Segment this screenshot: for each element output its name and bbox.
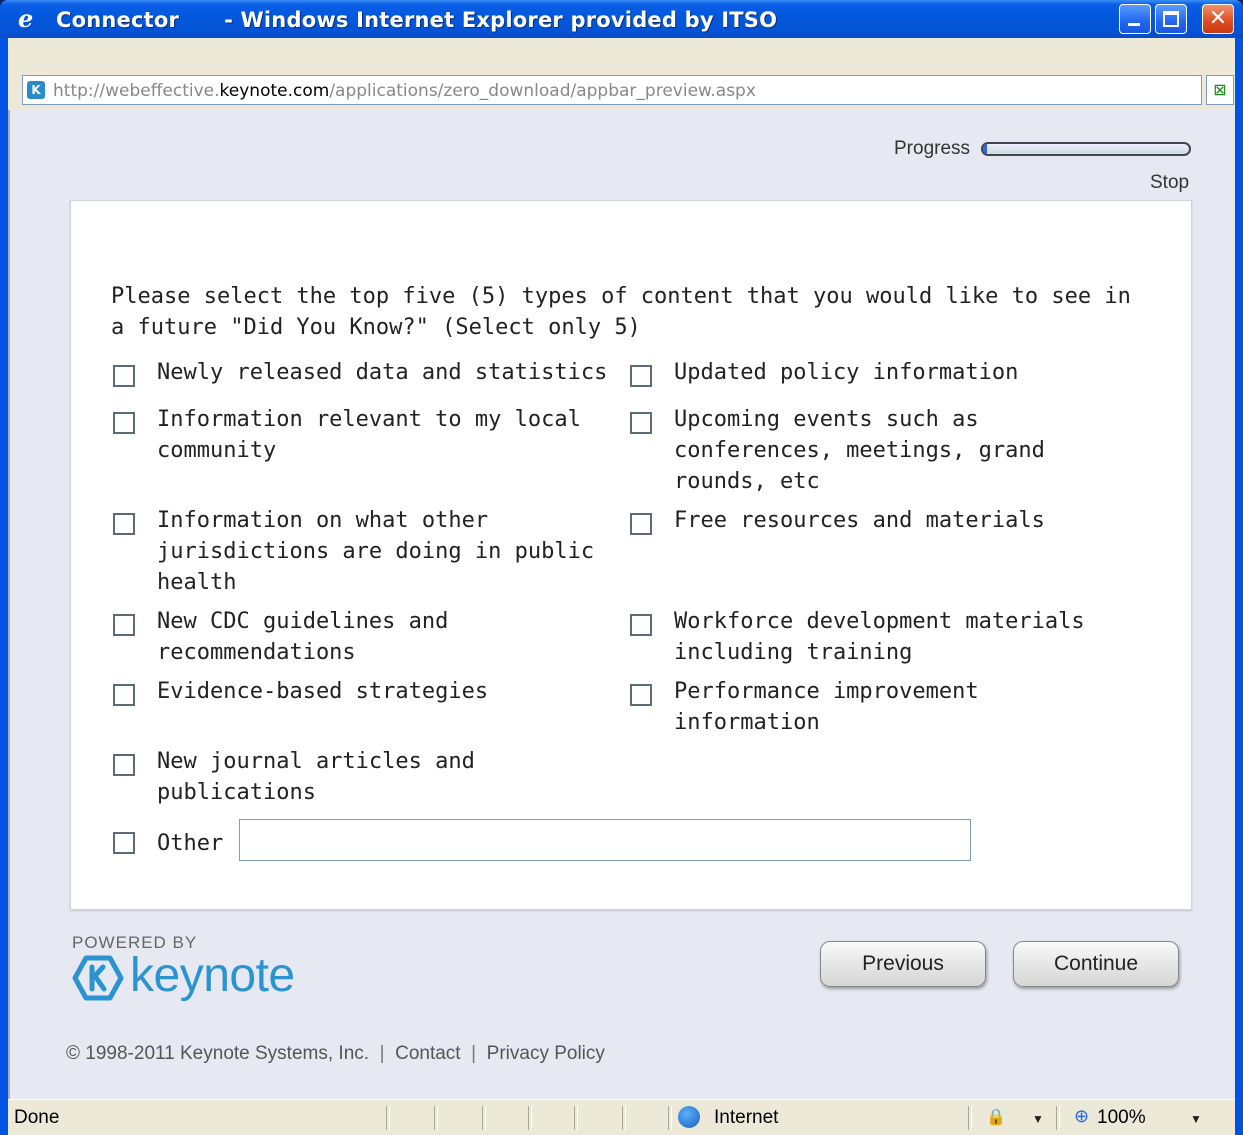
footer: © 1998-2011 Keynote Systems, Inc. | Cont… [66,1043,605,1065]
url-domain: keynote.com [219,81,330,101]
chevron-down-icon[interactable]: ▼ [1032,1112,1044,1126]
option-label: Newly released data and statistics [157,360,608,385]
question-text: Please select the top five (5) types of … [111,284,1131,340]
address-bar: K http://webeffective.keynote.com/applic… [8,38,1235,110]
option-label: Other [157,831,224,856]
url-text: http://webeffective.keynote.com/applicat… [53,81,756,101]
status-divider [574,1106,578,1130]
status-divider [1056,1106,1060,1130]
checkbox[interactable] [630,614,652,636]
minimize-icon [1128,23,1140,26]
ie-logo-icon: e [18,4,34,33]
status-divider [668,1106,672,1130]
checkbox[interactable] [630,412,652,434]
copyright-text: © 1998-2011 Keynote Systems, Inc. [66,1043,370,1064]
checkbox[interactable] [113,365,135,387]
status-bar: Done Internet 🔒 ▼ ⊕ 100% ▼ [8,1099,1235,1135]
status-text: Done [14,1107,60,1128]
zoom-level[interactable]: 100% [1097,1107,1146,1129]
option-label: Evidence-based strategies [157,679,489,704]
minimize-button[interactable] [1119,4,1151,34]
status-divider [482,1106,486,1130]
previous-button[interactable]: Previous [820,941,986,987]
continue-button[interactable]: Continue [1013,941,1179,987]
checkbox[interactable] [113,614,135,636]
other-text-input[interactable] [239,819,971,861]
privacy-policy-link[interactable]: Privacy Policy [487,1043,605,1064]
option-label: Information relevant to my local communi… [157,407,581,463]
zoom-icon[interactable]: ⊕ [1074,1106,1089,1127]
window-title: Connector - Windows Internet Explorer pr… [56,8,778,32]
status-divider [622,1106,626,1130]
checkbox[interactable] [113,832,135,854]
browser-window: e Connector - Windows Internet Explorer … [0,0,1243,1135]
page-content: Progress Stop Please select the top five… [8,110,1235,1099]
option-label: Free resources and materials [674,508,1045,533]
keynote-logo-text: keynote [130,949,295,1002]
option-label: Updated policy information [674,360,1019,385]
url-path: /applications/zero_download/appbar_previ… [329,81,756,101]
keynote-logo-icon [72,955,124,1001]
address-field[interactable]: K http://webeffective.keynote.com/applic… [22,75,1202,105]
checkbox[interactable] [113,754,135,776]
progress-label: Progress [894,138,971,159]
checkbox[interactable] [630,513,652,535]
internet-zone-icon [678,1106,700,1128]
survey-panel: Please select the top five (5) types of … [70,200,1192,910]
contact-link[interactable]: Contact [395,1043,460,1064]
footer-separator: | [379,1043,385,1064]
status-divider [434,1106,438,1130]
close-button[interactable]: ✕ [1202,4,1234,34]
checkbox[interactable] [113,513,135,535]
progress-fill [983,144,988,154]
footer-separator: | [471,1043,477,1064]
option-label: Performance improvement information [674,679,979,735]
maximize-button[interactable] [1155,4,1187,34]
option-label: Workforce development materials includin… [674,609,1085,665]
status-divider [528,1106,532,1130]
option-label: Information on what other jurisdictions … [157,508,595,595]
status-divider [386,1106,390,1130]
progress-bar [981,142,1191,156]
close-icon: ✕ [1208,6,1228,31]
checkbox[interactable] [113,412,135,434]
status-divider [968,1106,972,1130]
checkbox[interactable] [630,365,652,387]
maximize-icon [1163,11,1179,27]
checkbox[interactable] [630,684,652,706]
site-favicon-icon: K [27,81,45,99]
option-label: Upcoming events such as conferences, mee… [674,407,1045,494]
url-prefix: http://webeffective. [53,81,220,101]
protected-mode-icon[interactable]: 🔒 [986,1107,1006,1127]
option-label: New journal articles and publications [157,749,475,805]
option-label: New CDC guidelines and recommendations [157,609,449,665]
security-zone-text: Internet [714,1107,779,1128]
page-report-icon[interactable]: ⊠ [1206,75,1234,105]
checkbox[interactable] [113,684,135,706]
chevron-down-icon[interactable]: ▼ [1190,1112,1202,1126]
title-bar[interactable]: e Connector - Windows Internet Explorer … [0,0,1243,38]
stop-link[interactable]: Stop [1150,172,1189,194]
